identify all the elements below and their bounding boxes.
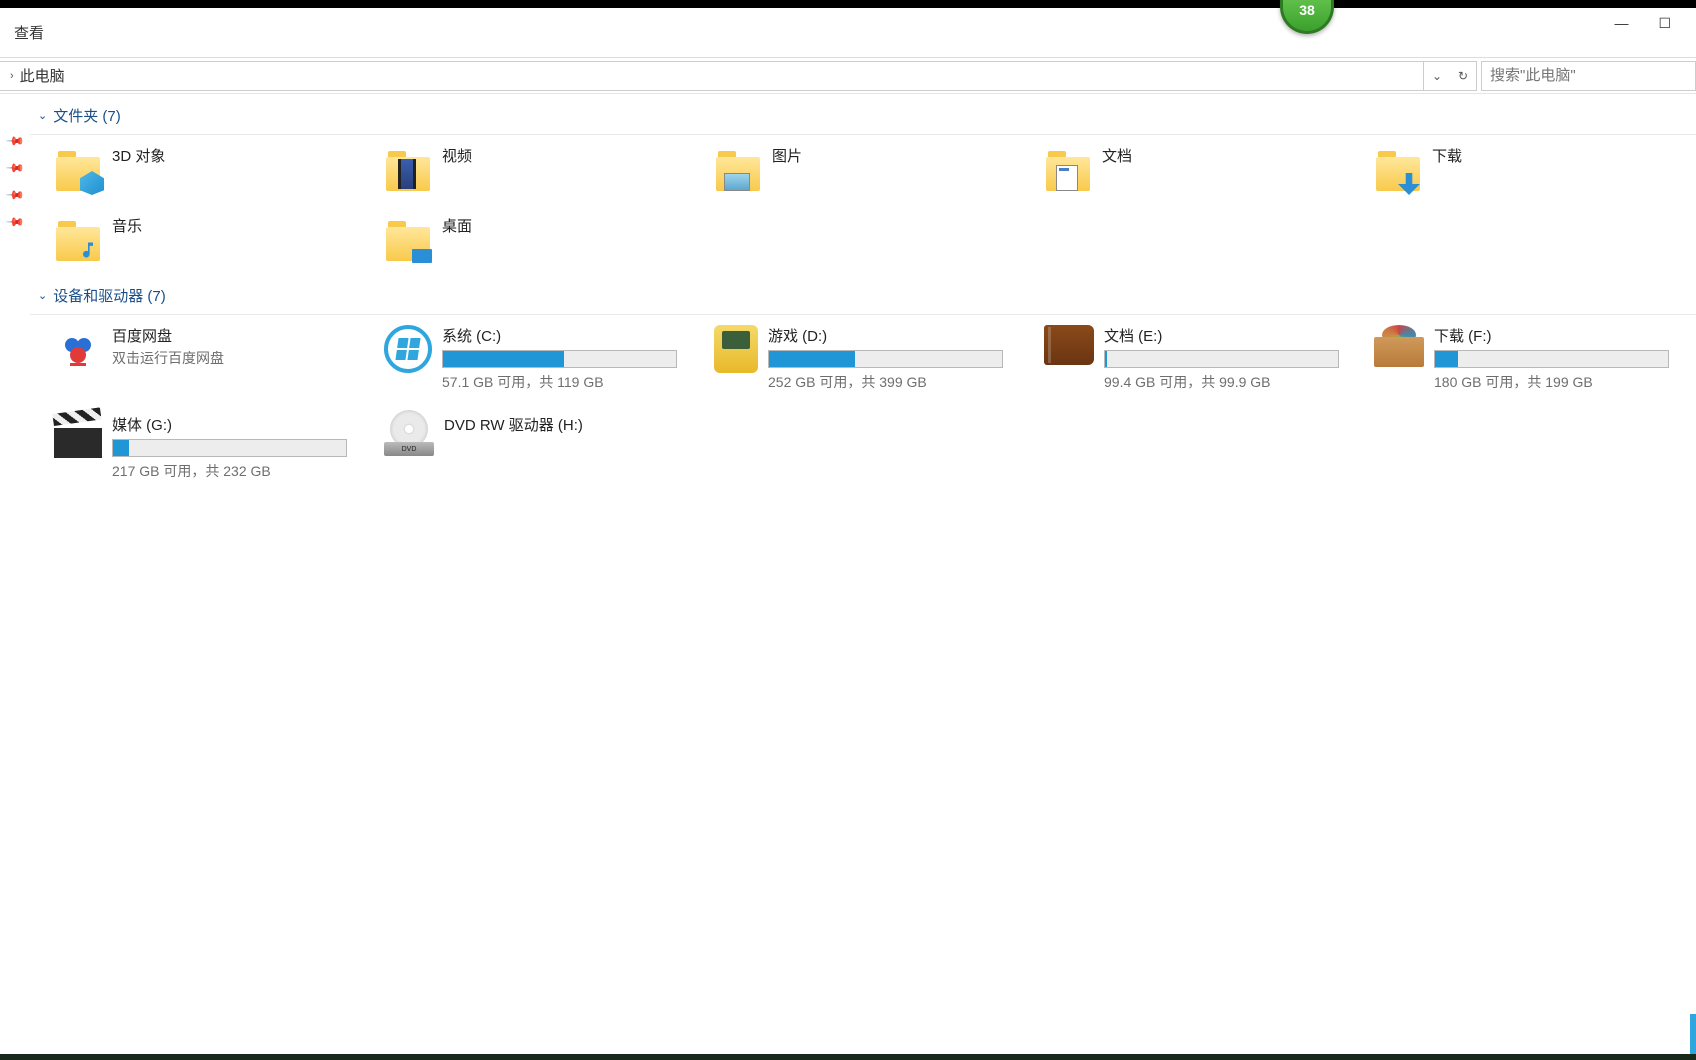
folder-desktop[interactable]: 桌面 xyxy=(382,213,712,265)
breadcrumb[interactable]: › 此电脑 xyxy=(0,61,1424,91)
section-header-devices[interactable]: ⌄ 设备和驱动器 (7) xyxy=(30,279,1696,312)
item-subtitle: 双击运行百度网盘 xyxy=(112,348,224,368)
content-area: ⌄ 文件夹 (7) 3D 对象 视频 xyxy=(30,94,1696,1056)
item-subtitle: 57.1 GB 可用，共 119 GB xyxy=(442,372,677,392)
document-icon xyxy=(1056,165,1078,191)
item-label: 图片 xyxy=(772,145,802,166)
folder-icon xyxy=(384,215,432,263)
drive-d-games[interactable]: 游戏 (D:) 252 GB 可用，共 399 GB xyxy=(712,323,1042,394)
folder-videos[interactable]: 视频 xyxy=(382,143,712,195)
drive-f-downloads[interactable]: 下载 (F:) 180 GB 可用，共 199 GB xyxy=(1372,323,1696,394)
item-label: 文档 (E:) xyxy=(1104,325,1339,346)
folder-icon xyxy=(384,145,432,193)
item-label: 桌面 xyxy=(442,215,472,236)
divider xyxy=(30,314,1696,315)
music-note-icon xyxy=(78,237,98,263)
item-label: 百度网盘 xyxy=(112,325,224,346)
minimize-button[interactable]: — xyxy=(1614,15,1628,32)
pin-icon[interactable]: 📌 xyxy=(5,158,25,178)
folder-music[interactable]: 音乐 xyxy=(52,213,382,265)
item-label: 视频 xyxy=(442,145,472,166)
taskbar[interactable] xyxy=(0,1054,1696,1060)
pin-icon[interactable]: 📌 xyxy=(5,185,25,205)
section-title: 文件夹 (7) xyxy=(53,105,121,126)
item-label: DVD RW 驱动器 (H:) xyxy=(444,414,583,435)
item-subtitle: 99.4 GB 可用，共 99.9 GB xyxy=(1104,372,1339,392)
chevron-down-icon: ⌄ xyxy=(38,289,47,302)
folder-icon xyxy=(54,215,102,263)
storage-bar xyxy=(442,350,677,368)
item-label: 音乐 xyxy=(112,215,142,236)
history-dropdown-button[interactable]: ⌄ xyxy=(1424,62,1450,90)
dvd-drive-icon: DVD xyxy=(384,414,434,456)
clapperboard-icon xyxy=(54,414,102,458)
drive-g-media[interactable]: 媒体 (G:) 217 GB 可用，共 232 GB xyxy=(52,412,382,483)
item-subtitle: 252 GB 可用，共 399 GB xyxy=(768,372,1003,392)
left-rail: 📌 📌 📌 📌 xyxy=(0,94,30,1056)
storage-bar xyxy=(112,439,347,457)
devices-grid: 百度网盘 双击运行百度网盘 系统 (C:) 57.1 GB 可用，共 119 G… xyxy=(30,323,1696,483)
folder-3d-objects[interactable]: 3D 对象 xyxy=(52,143,382,195)
item-subtitle: 180 GB 可用，共 199 GB xyxy=(1434,372,1669,392)
pin-icon[interactable]: 📌 xyxy=(5,131,25,151)
drive-e-documents[interactable]: 文档 (E:) 99.4 GB 可用，共 99.9 GB xyxy=(1042,323,1372,394)
address-right-controls: ⌄ ↻ xyxy=(1424,61,1477,91)
badge-count: 38 xyxy=(1299,2,1315,18)
storage-bar xyxy=(768,350,1003,368)
refresh-button[interactable]: ↻ xyxy=(1450,62,1476,90)
drive-h-dvd[interactable]: DVD DVD RW 驱动器 (H:) xyxy=(382,412,712,483)
item-label: 系统 (C:) xyxy=(442,325,677,346)
breadcrumb-location[interactable]: 此电脑 xyxy=(20,65,65,86)
maximize-button[interactable]: ☐ xyxy=(1658,15,1671,32)
folder-icon xyxy=(714,145,762,193)
folder-pictures[interactable]: 图片 xyxy=(712,143,1042,195)
tab-view[interactable]: 查看 xyxy=(4,16,54,49)
item-label: 游戏 (D:) xyxy=(768,325,1003,346)
folder-documents[interactable]: 文档 xyxy=(1042,143,1372,195)
window-controls: — ☐ xyxy=(1614,15,1671,32)
item-label: 3D 对象 xyxy=(112,145,165,166)
item-label: 下载 xyxy=(1432,145,1462,166)
book-icon xyxy=(1044,325,1094,365)
item-label: 下载 (F:) xyxy=(1434,325,1669,346)
storage-bar xyxy=(1104,350,1339,368)
address-bar: › 此电脑 ⌄ ↻ xyxy=(0,58,1696,94)
pin-icon[interactable]: 📌 xyxy=(5,212,25,232)
open-box-icon xyxy=(1374,325,1424,367)
folder-downloads[interactable]: 下载 xyxy=(1372,143,1696,195)
gameboy-icon xyxy=(714,325,758,373)
baidu-cloud-icon xyxy=(54,325,102,373)
folder-icon xyxy=(1044,145,1092,193)
picture-icon xyxy=(724,173,750,191)
device-baidu-netdisk[interactable]: 百度网盘 双击运行百度网盘 xyxy=(52,323,382,394)
folder-icon xyxy=(1374,145,1422,193)
drive-c-system[interactable]: 系统 (C:) 57.1 GB 可用，共 119 GB xyxy=(382,323,712,394)
section-title: 设备和驱动器 (7) xyxy=(53,285,166,306)
section-header-folders[interactable]: ⌄ 文件夹 (7) xyxy=(30,99,1696,132)
item-label: 媒体 (G:) xyxy=(112,414,347,435)
folders-grid: 3D 对象 视频 图片 xyxy=(30,143,1696,265)
folder-icon xyxy=(54,145,102,193)
right-edge-accent xyxy=(1690,1014,1696,1054)
ribbon-tabs: 查看 xyxy=(0,8,1696,58)
storage-bar xyxy=(1434,350,1669,368)
title-bar-top xyxy=(0,0,1696,8)
item-subtitle: 217 GB 可用，共 232 GB xyxy=(112,461,347,481)
windows-drive-icon xyxy=(384,325,432,373)
chevron-right-icon: › xyxy=(10,70,14,82)
chevron-down-icon: ⌄ xyxy=(38,109,47,122)
divider xyxy=(30,134,1696,135)
desktop-icon xyxy=(412,249,432,263)
item-label: 文档 xyxy=(1102,145,1132,166)
film-icon xyxy=(398,159,416,189)
search-input[interactable] xyxy=(1481,61,1696,91)
